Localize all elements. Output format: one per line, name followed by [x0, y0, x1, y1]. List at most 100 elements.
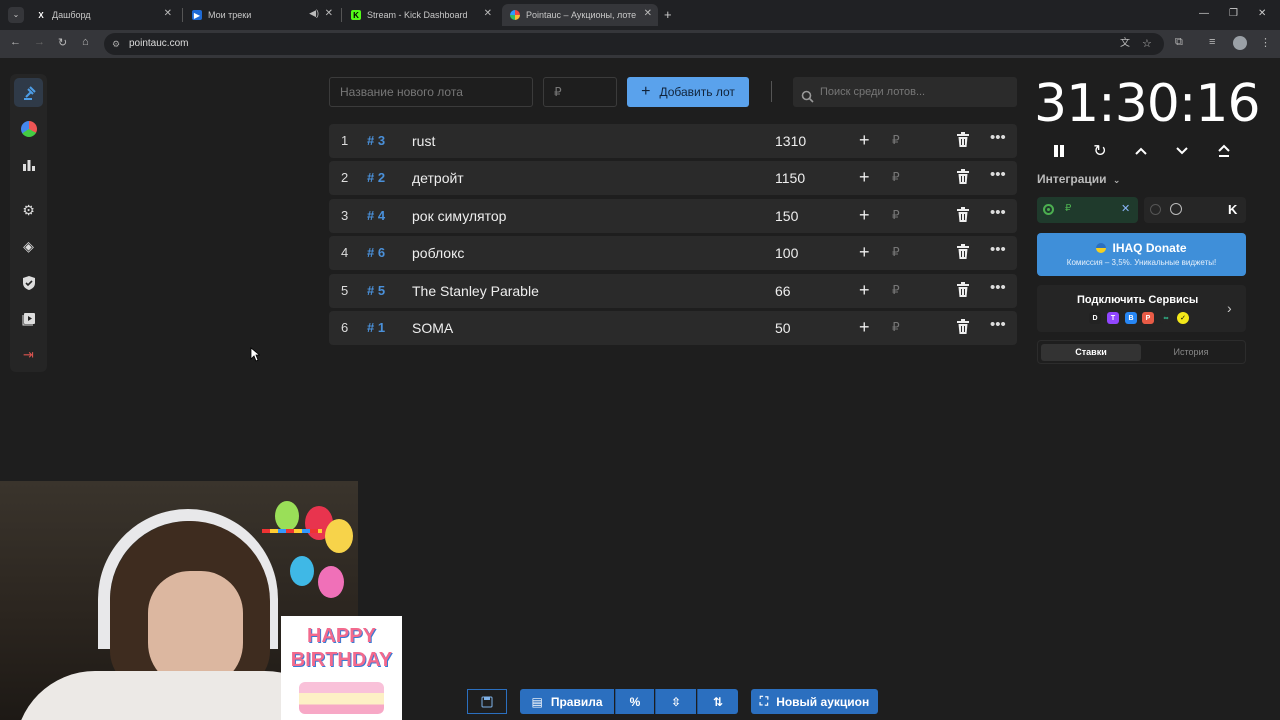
- more-options-icon[interactable]: •••: [990, 279, 1006, 296]
- save-button[interactable]: [467, 689, 507, 714]
- lot-currency-input[interactable]: ₽: [892, 133, 900, 147]
- more-options-icon[interactable]: •••: [990, 241, 1006, 258]
- lot-amount[interactable]: 1150: [775, 170, 805, 186]
- lot-amount[interactable]: 100: [775, 245, 798, 261]
- delete-trash-icon[interactable]: [956, 319, 970, 337]
- wheel-icon[interactable]: [14, 114, 43, 143]
- add-amount-plus-icon[interactable]: +: [859, 167, 870, 188]
- url-input[interactable]: ⚙ pointauc.com 文 ☆: [104, 33, 1164, 55]
- delete-trash-icon[interactable]: [956, 281, 970, 300]
- lot-name[interactable]: роблокс: [412, 245, 464, 261]
- close-window-icon[interactable]: ✕: [1258, 8, 1266, 19]
- lot-amount[interactable]: 66: [775, 283, 791, 299]
- lot-row: 4 # 6 роблокс 100 + ₽ •••: [329, 236, 1017, 271]
- tab-my-tracks[interactable]: ▶ Мои треки ◀︎) ✕: [184, 4, 339, 26]
- close-tab-icon[interactable]: ✕: [484, 8, 492, 19]
- tab-bets[interactable]: Ставки: [1041, 344, 1141, 361]
- delete-trash-icon[interactable]: [956, 244, 970, 262]
- minimize-icon[interactable]: —: [1199, 8, 1209, 19]
- sort-button[interactable]: ⇅: [697, 689, 738, 714]
- shield-icon[interactable]: [14, 268, 43, 297]
- tab-title: Дашборд: [52, 10, 91, 20]
- status-dot-icon: [1150, 204, 1161, 215]
- close-tab-icon[interactable]: ✕: [644, 8, 652, 19]
- tab-pointauc[interactable]: Pointauc – Аукционы, лотерея ✕: [502, 4, 658, 26]
- new-auction-button[interactable]: ⛶ Новый аукцион: [751, 689, 878, 714]
- add-amount-plus-icon[interactable]: +: [859, 280, 870, 301]
- new-tab-icon[interactable]: +: [664, 7, 672, 22]
- delete-trash-icon[interactable]: [956, 206, 970, 225]
- split-button[interactable]: ⇳: [655, 689, 696, 714]
- reset-icon[interactable]: ↻: [1089, 140, 1111, 162]
- media-controls-icon[interactable]: ≡: [1209, 36, 1215, 48]
- ukraine-heart-icon: [1096, 243, 1107, 253]
- add-lot-button[interactable]: + Добавить лот: [627, 77, 749, 107]
- connect-services-button[interactable]: Подключить Сервисы D T В P ∞ ✓ ›: [1037, 285, 1246, 332]
- add-amount-plus-icon[interactable]: +: [859, 242, 870, 263]
- home-icon[interactable]: ⌂: [82, 36, 89, 48]
- lot-name[interactable]: The Stanley Parable: [412, 283, 539, 299]
- lot-currency-input[interactable]: ₽: [892, 320, 900, 334]
- chevron-down-icon[interactable]: [1171, 140, 1193, 162]
- lot-amount[interactable]: 1310: [775, 133, 806, 149]
- extensions-icon[interactable]: ⧉: [1175, 36, 1183, 49]
- video-library-icon[interactable]: [14, 304, 43, 333]
- chevron-up-icon[interactable]: [1130, 140, 1152, 162]
- lot-amount[interactable]: 50: [775, 320, 791, 336]
- browser-menu-icon[interactable]: ⋮: [1260, 36, 1271, 49]
- integrations-toggle[interactable]: Интеграции ⌄: [1037, 172, 1120, 186]
- lot-currency-input[interactable]: ₽: [892, 283, 900, 297]
- back-icon[interactable]: ←: [10, 36, 21, 48]
- integration-card-active[interactable]: ₽ ✕: [1037, 197, 1138, 223]
- lot-search-input[interactable]: Поиск среди лотов...: [793, 77, 1017, 107]
- lot-name[interactable]: rust: [412, 133, 435, 149]
- more-options-icon[interactable]: •••: [990, 204, 1006, 221]
- percent-button[interactable]: %: [615, 689, 654, 714]
- close-tab-icon[interactable]: ✕: [164, 8, 172, 19]
- tab-dashboard[interactable]: X Дашборд ✕: [28, 4, 178, 26]
- integration-card-kick[interactable]: K: [1144, 197, 1246, 223]
- close-icon[interactable]: ✕: [1121, 202, 1130, 215]
- new-lot-amount-input[interactable]: ₽: [543, 77, 617, 107]
- more-options-icon[interactable]: •••: [990, 129, 1006, 146]
- close-tab-icon[interactable]: ✕: [325, 8, 333, 19]
- maximize-icon[interactable]: ❐: [1229, 8, 1238, 19]
- site-info-icon[interactable]: ⚙: [112, 33, 120, 55]
- translate-icon[interactable]: 文: [1120, 33, 1130, 55]
- delete-trash-icon[interactable]: [956, 132, 970, 150]
- add-amount-plus-icon[interactable]: +: [859, 317, 870, 338]
- logout-icon[interactable]: ⇥: [14, 340, 43, 369]
- browser-address-bar: ← → ↻ ⌂ ⚙ pointauc.com 文 ☆ ⧉ ≡ ⋮: [0, 30, 1280, 58]
- tab-kick-dashboard[interactable]: K Stream - Kick Dashboard ✕: [343, 4, 498, 26]
- lot-name[interactable]: SOMA: [412, 320, 453, 336]
- more-options-icon[interactable]: •••: [990, 316, 1006, 333]
- gavel-icon[interactable]: [14, 78, 43, 107]
- lot-currency-input[interactable]: ₽: [892, 245, 900, 259]
- lot-currency-input[interactable]: ₽: [892, 208, 900, 222]
- speaker-icon[interactable]: ◀︎): [309, 8, 319, 19]
- lot-amount[interactable]: 150: [775, 208, 798, 224]
- profile-avatar[interactable]: [1233, 36, 1247, 50]
- ihaq-title: IHAQ Donate: [1112, 241, 1187, 255]
- bookmark-star-icon[interactable]: ☆: [1142, 33, 1152, 55]
- tab-search-button[interactable]: ⌄: [8, 7, 24, 23]
- add-amount-plus-icon[interactable]: +: [859, 205, 870, 226]
- lot-name[interactable]: детройт: [412, 170, 464, 186]
- lot-name[interactable]: рок симулятор: [412, 208, 506, 224]
- new-lot-name-input[interactable]: Название нового лота: [329, 77, 533, 107]
- lot-currency-input[interactable]: ₽: [892, 170, 900, 184]
- kick-logo-icon: K: [1228, 202, 1238, 217]
- forward-icon[interactable]: →: [34, 36, 45, 48]
- double-up-icon[interactable]: [1213, 140, 1235, 162]
- rules-button[interactable]: ▤ Правила: [520, 689, 614, 714]
- ihaq-donate-banner[interactable]: IHAQ Donate Комиссия – 3,5%. Уникальные …: [1037, 233, 1246, 276]
- settings-gear-icon[interactable]: ⚙: [14, 196, 43, 225]
- delete-trash-icon[interactable]: [956, 169, 970, 187]
- layers-icon[interactable]: ◈: [14, 232, 43, 261]
- stats-icon[interactable]: [14, 150, 43, 179]
- pause-icon[interactable]: [1048, 140, 1070, 162]
- reload-icon[interactable]: ↻: [58, 36, 67, 49]
- tab-history[interactable]: История: [1141, 344, 1241, 361]
- add-amount-plus-icon[interactable]: +: [859, 130, 870, 151]
- more-options-icon[interactable]: •••: [990, 166, 1006, 183]
